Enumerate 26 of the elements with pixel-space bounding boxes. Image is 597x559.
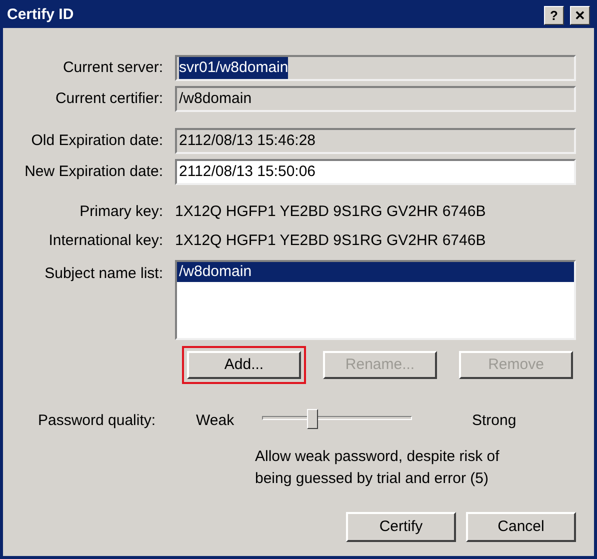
password-quality-label: Password quality: <box>38 410 157 431</box>
list-label: Subject name list: <box>44 264 163 284</box>
list-item[interactable]: /w8domain <box>177 262 574 282</box>
slider-thumb[interactable] <box>306 409 318 429</box>
key-label: International key: <box>48 230 163 250</box>
key-value: 1X12Q HGFP1 YE2BD 9S1RG GV2HR 6746B <box>175 202 486 222</box>
cancel-button[interactable]: Cancel <box>466 512 576 542</box>
weak-label: Weak <box>196 410 236 431</box>
field-value: svr01/w8domain <box>179 56 288 80</box>
key-label: Primary key: <box>78 202 163 222</box>
field-label: Old Expiration date: <box>30 130 163 151</box>
password-quality-note: Allow weak password, despite risk of being guessed by trial and error (5) <box>255 447 500 489</box>
text-field[interactable]: 2112/08/13 15:50:06 <box>175 159 576 185</box>
key-value: 1X12Q HGFP1 YE2BD 9S1RG GV2HR 6746B <box>175 230 486 250</box>
field-value: /w8domain <box>179 88 252 109</box>
field-value: 2112/08/13 15:46:28 <box>179 130 316 151</box>
help-button[interactable]: ? <box>544 6 564 25</box>
field-label: Current certifier: <box>54 88 163 109</box>
list-button[interactable]: Add... <box>187 351 301 379</box>
field-value: 2112/08/13 15:50:06 <box>179 162 316 182</box>
strong-label: Strong <box>472 410 516 431</box>
window-title: Certify ID <box>7 5 74 26</box>
field-label: Current server: <box>62 58 163 78</box>
close-button[interactable]: ✕ <box>570 6 590 25</box>
certify-button[interactable]: Certify <box>346 512 456 542</box>
field-label: New Expiration date: <box>24 162 163 182</box>
